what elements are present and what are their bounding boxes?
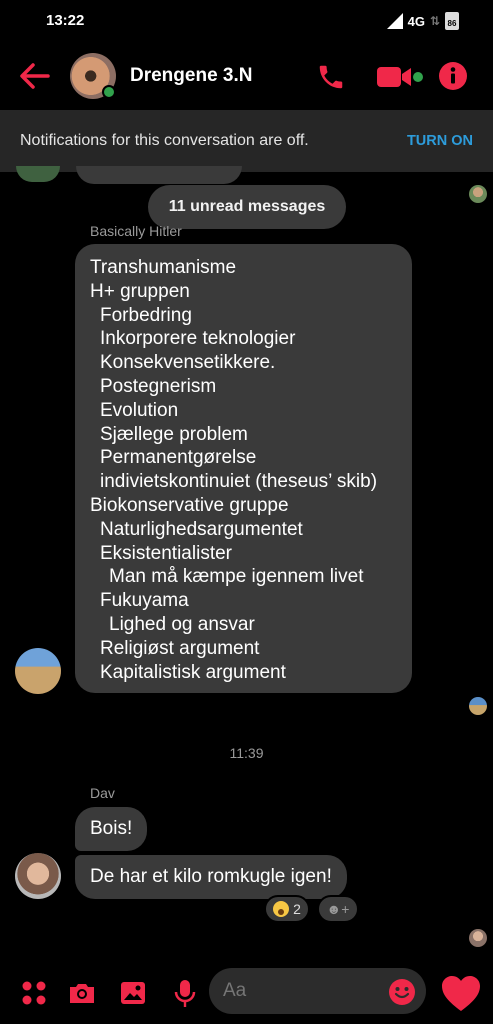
message-reaction[interactable]: 2	[264, 895, 310, 923]
message-line: Fukuyama	[100, 590, 189, 612]
message-line: H+ gruppen	[90, 280, 190, 302]
message-line: Evolution	[100, 399, 179, 421]
video-call-icon[interactable]	[376, 64, 412, 90]
reaction-count: 2	[293, 901, 301, 917]
sender-name: Basically Hitler	[90, 223, 182, 239]
camera-icon[interactable]	[67, 978, 97, 1008]
surprised-face-icon	[273, 901, 290, 917]
message-line: Postegnerism	[100, 375, 217, 397]
heart-icon[interactable]	[440, 974, 482, 1014]
battery-icon: 86	[445, 12, 459, 30]
back-arrow-icon[interactable]	[18, 60, 52, 92]
notification-text: Notifications for this conversation are …	[20, 132, 309, 149]
read-receipt-avatar	[469, 929, 487, 947]
sender-avatar[interactable]	[15, 648, 61, 694]
info-icon[interactable]	[438, 61, 468, 91]
more-actions-icon[interactable]	[19, 978, 49, 1008]
previous-message-bubble[interactable]	[76, 166, 242, 184]
signal-icon	[386, 13, 403, 29]
message-line: Kapitalistisk argument	[100, 661, 286, 683]
status-icons: 4G ⇅ 86	[386, 12, 459, 30]
message-line: Eksistentialister	[100, 542, 232, 564]
add-reaction-icon: ☻+	[326, 901, 350, 917]
notification-banner: Notifications for this conversation are …	[0, 110, 493, 172]
online-status-dot	[102, 85, 116, 99]
message-line: Naturlighedsargumentet	[100, 518, 303, 540]
message-line: Transhumanisme	[90, 257, 237, 278]
phone-call-icon[interactable]	[316, 62, 346, 92]
conversation-title[interactable]: Drengene 3.N	[130, 65, 252, 87]
read-receipt-avatar	[469, 185, 487, 203]
gallery-icon[interactable]	[118, 978, 148, 1008]
message-timestamp: 11:39	[229, 745, 264, 761]
add-reaction-button[interactable]: ☻+	[317, 895, 359, 923]
emoji-icon[interactable]	[388, 978, 416, 1006]
read-receipt-avatar	[469, 697, 487, 715]
microphone-icon[interactable]	[170, 978, 200, 1008]
conversation-header: Drengene 3.N	[0, 42, 493, 110]
message-line: Konsekvensetikkere.	[100, 352, 276, 374]
sender-avatar[interactable]	[15, 853, 61, 899]
data-arrows-icon: ⇅	[429, 14, 440, 28]
message-line: Man må kæmpe igennem livet	[109, 566, 364, 588]
status-time: 13:22	[46, 12, 85, 29]
message-line: Lighed og ansvar	[109, 613, 255, 635]
message-bubble[interactable]: Bois!	[75, 807, 148, 851]
message-line: Permanentgørelse	[100, 447, 257, 469]
message-line: Forbedring	[100, 304, 192, 326]
network-type: 4G	[407, 13, 425, 29]
turn-on-button[interactable]: TURN ON	[407, 133, 473, 149]
status-bar: 13:22 4G ⇅ 86	[0, 0, 493, 42]
message-line: Biokonservative gruppe	[90, 494, 289, 516]
sender-name: Dav	[90, 785, 115, 801]
message-bubble[interactable]: Transhumanisme H+ gruppen Forbedring Inkorp…	[75, 244, 412, 693]
message-line: Sjællege problem	[100, 423, 248, 445]
message-line: indivietskontinuiet (theseus’ skib)	[100, 471, 378, 493]
message-bubble[interactable]: De har et kilo romkugle igen!	[75, 855, 347, 899]
previous-sender-avatar	[16, 166, 60, 182]
video-active-dot	[413, 72, 423, 82]
message-line: Religiøst argument	[100, 637, 260, 659]
composer-bar	[0, 960, 493, 1024]
message-line: Inkorporere teknologier	[100, 328, 296, 350]
